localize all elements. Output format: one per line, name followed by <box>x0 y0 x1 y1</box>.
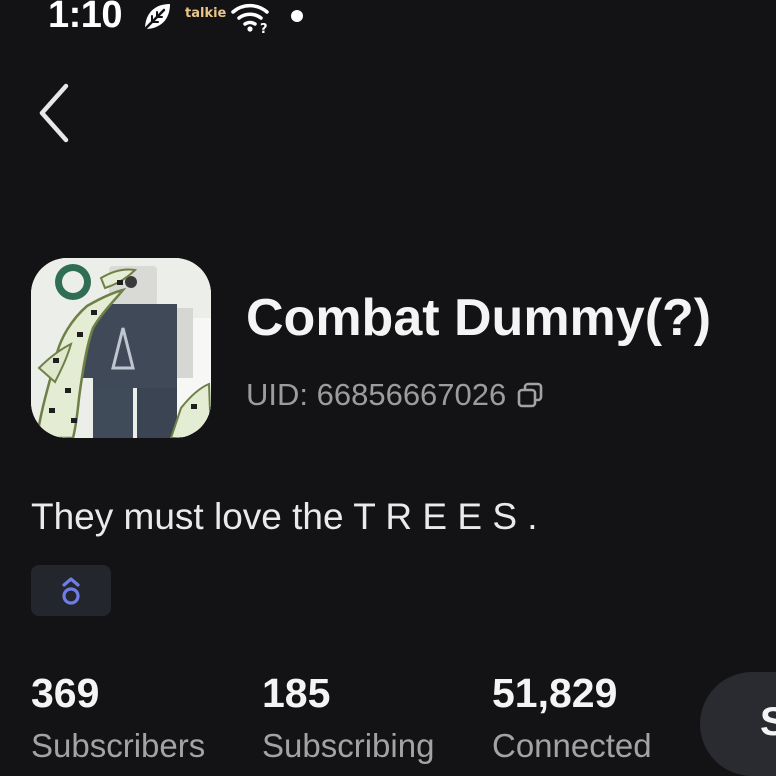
stat-subscribers-label: Subscribers <box>31 727 206 764</box>
stat-subscribers[interactable]: 369 Subscribers <box>31 668 205 768</box>
copy-uid-button[interactable] <box>514 379 546 411</box>
stat-connected-value: 51,829 <box>492 670 618 716</box>
uid-row: UID: 66856667026 <box>246 374 546 416</box>
stat-connected-label: Connected <box>492 727 652 764</box>
stat-connected[interactable]: 51,829 Connected <box>492 668 652 768</box>
uid-text: UID: 66856667026 <box>246 377 507 412</box>
profile-bio: They must love the T R E E S . <box>31 496 538 537</box>
notification-dot <box>291 10 303 22</box>
chevron-left-icon <box>39 83 69 143</box>
avatar-image <box>31 258 211 438</box>
talkie-app-badge: talkie <box>185 6 227 21</box>
copy-icon <box>517 382 543 408</box>
subscribe-button[interactable]: S <box>700 672 776 776</box>
gender-symbol-icon <box>62 576 80 605</box>
profile-name: Combat Dummy(?) <box>246 289 712 347</box>
status-bar: 1:10 talkie ? <box>0 0 776 40</box>
leaf-icon <box>144 4 170 30</box>
wifi-icon: ? <box>231 4 269 34</box>
profile-avatar[interactable] <box>31 258 211 438</box>
svg-text:?: ? <box>260 22 268 34</box>
status-time: 1:10 <box>48 0 123 36</box>
stat-subscribing-value: 185 <box>262 670 331 716</box>
profile-screen: 1:10 talkie ? Combat Dummy(?) UID: 66856… <box>0 0 776 776</box>
stat-subscribing[interactable]: 185 Subscribing <box>262 668 434 768</box>
subscribe-button-label: S <box>760 700 776 744</box>
back-button[interactable] <box>22 78 86 148</box>
stat-subscribers-value: 369 <box>31 670 100 716</box>
gender-badge[interactable] <box>31 565 111 616</box>
stat-subscribing-label: Subscribing <box>262 727 435 764</box>
